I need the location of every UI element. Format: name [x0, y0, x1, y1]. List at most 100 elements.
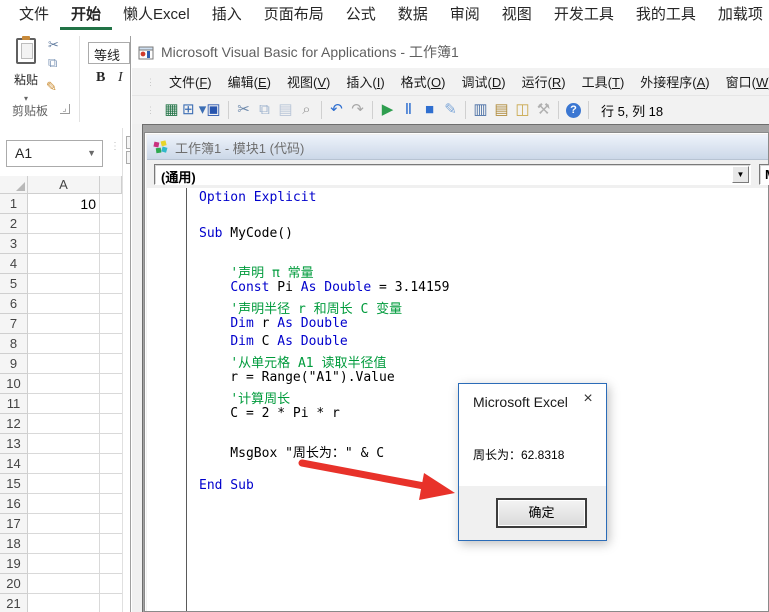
copy-icon[interactable]: ⧉: [254, 100, 275, 120]
help-icon[interactable]: ?: [566, 103, 581, 118]
toolbox-icon[interactable]: ⚒: [533, 100, 554, 120]
close-icon[interactable]: ×: [579, 390, 597, 408]
cell-partial-16[interactable]: [100, 494, 122, 514]
cell-partial-10[interactable]: [100, 374, 122, 394]
row-header-13[interactable]: 13: [0, 434, 28, 454]
font-name-select[interactable]: 等线: [88, 42, 130, 64]
cell-A5[interactable]: [28, 274, 100, 294]
ribbon-tab-审阅[interactable]: 审阅: [439, 0, 491, 30]
bold-button[interactable]: B: [96, 70, 105, 86]
cell-partial-2[interactable]: [100, 214, 122, 234]
ribbon-tab-我的工具[interactable]: 我的工具: [625, 0, 707, 30]
cell-A4[interactable]: [28, 254, 100, 274]
ribbon-tab-懒人Excel[interactable]: 懒人Excel: [112, 0, 201, 30]
row-header-17[interactable]: 17: [0, 514, 28, 534]
cell-A7[interactable]: [28, 314, 100, 334]
undo-icon[interactable]: ↶: [326, 100, 347, 120]
cell-partial-15[interactable]: [100, 474, 122, 494]
cell-A16[interactable]: [28, 494, 100, 514]
menu-窗口[interactable]: 窗口(W): [718, 72, 769, 91]
paste-icon[interactable]: ▤: [275, 100, 296, 120]
row-header-9[interactable]: 9: [0, 354, 28, 374]
row-header-14[interactable]: 14: [0, 454, 28, 474]
menu-编辑[interactable]: 编辑(E): [220, 72, 279, 91]
cell-partial-11[interactable]: [100, 394, 122, 414]
cell-A1[interactable]: 10: [28, 194, 100, 214]
row-header-4[interactable]: 4: [0, 254, 28, 274]
ok-button[interactable]: 确定: [496, 498, 587, 528]
break-icon[interactable]: Ⅱ: [398, 100, 419, 120]
row-header-12[interactable]: 12: [0, 414, 28, 434]
menubar-grip[interactable]: ⋮: [146, 80, 155, 84]
row-header-8[interactable]: 8: [0, 334, 28, 354]
paste-button[interactable]: 粘贴 ▾: [8, 36, 44, 94]
cell-A14[interactable]: [28, 454, 100, 474]
ribbon-tab-公式[interactable]: 公式: [335, 0, 387, 30]
save-icon[interactable]: ▣: [203, 100, 224, 120]
properties-window-icon[interactable]: ▤: [491, 100, 512, 120]
insert-userform-icon[interactable]: ⊞ ▾: [182, 100, 203, 120]
menu-文件[interactable]: 文件(F): [161, 72, 220, 91]
ribbon-tab-开发工具[interactable]: 开发工具: [543, 0, 625, 30]
row-header-7[interactable]: 7: [0, 314, 28, 334]
cell-partial-12[interactable]: [100, 414, 122, 434]
cell-A8[interactable]: [28, 334, 100, 354]
ribbon-tab-加载项[interactable]: 加载项: [707, 0, 769, 30]
dropdown-arrow-icon[interactable]: ▼: [732, 166, 749, 183]
format-painter-icon[interactable]: ✎: [46, 80, 57, 93]
column-header-A[interactable]: A: [28, 176, 100, 194]
cell-A12[interactable]: [28, 414, 100, 434]
cell-partial-9[interactable]: [100, 354, 122, 374]
toolbar-grip[interactable]: ⋮: [146, 108, 155, 112]
menu-插入[interactable]: 插入(I): [338, 72, 392, 91]
cell-partial-21[interactable]: [100, 594, 122, 612]
cell-A11[interactable]: [28, 394, 100, 414]
ribbon-tab-开始[interactable]: 开始: [60, 0, 112, 30]
ribbon-tab-数据[interactable]: 数据: [387, 0, 439, 30]
row-header-19[interactable]: 19: [0, 554, 28, 574]
code-window-titlebar[interactable]: 工作簿1 - 模块1 (代码): [147, 135, 768, 160]
cell-A18[interactable]: [28, 534, 100, 554]
cell-A2[interactable]: [28, 214, 100, 234]
cell-partial-8[interactable]: [100, 334, 122, 354]
ribbon-tab-文件[interactable]: 文件: [8, 0, 60, 30]
select-all-corner[interactable]: [0, 176, 28, 194]
object-dropdown[interactable]: (通用) ▼: [154, 164, 751, 185]
cell-partial-18[interactable]: [100, 534, 122, 554]
view-excel-icon[interactable]: ▦: [161, 100, 182, 120]
cell-partial-13[interactable]: [100, 434, 122, 454]
cell-partial-7[interactable]: [100, 314, 122, 334]
menu-运行[interactable]: 运行(R): [514, 72, 574, 91]
row-header-5[interactable]: 5: [0, 274, 28, 294]
cell-partial-3[interactable]: [100, 234, 122, 254]
reset-icon[interactable]: ■: [419, 100, 440, 120]
cell-A10[interactable]: [28, 374, 100, 394]
row-header-16[interactable]: 16: [0, 494, 28, 514]
cut-icon[interactable]: ✂: [48, 38, 59, 51]
row-header-18[interactable]: 18: [0, 534, 28, 554]
cell-A3[interactable]: [28, 234, 100, 254]
vba-titlebar[interactable]: Microsoft Visual Basic for Applications …: [132, 36, 769, 68]
dialog-launcher-icon[interactable]: ⌟: [60, 104, 70, 114]
menu-调试[interactable]: 调试(D): [453, 72, 513, 91]
row-header-6[interactable]: 6: [0, 294, 28, 314]
cell-A15[interactable]: [28, 474, 100, 494]
row-header-3[interactable]: 3: [0, 234, 28, 254]
menu-外接程序[interactable]: 外接程序(A): [632, 72, 717, 91]
row-header-1[interactable]: 1: [0, 194, 28, 214]
row-header-15[interactable]: 15: [0, 474, 28, 494]
procedure-dropdown[interactable]: MyCode: [759, 164, 769, 185]
cell-partial-1[interactable]: [100, 194, 122, 214]
row-header-2[interactable]: 2: [0, 214, 28, 234]
name-box[interactable]: A1 ▼: [6, 140, 103, 167]
cell-partial-5[interactable]: [100, 274, 122, 294]
row-header-10[interactable]: 10: [0, 374, 28, 394]
worksheet-grid[interactable]: A 11023456789101112131415161718192021: [0, 176, 122, 612]
ribbon-tab-插入[interactable]: 插入: [201, 0, 253, 30]
row-header-20[interactable]: 20: [0, 574, 28, 594]
cell-A17[interactable]: [28, 514, 100, 534]
cell-A6[interactable]: [28, 294, 100, 314]
find-icon[interactable]: ⌕: [296, 100, 317, 120]
cell-partial-19[interactable]: [100, 554, 122, 574]
menu-工具[interactable]: 工具(T): [574, 72, 633, 91]
